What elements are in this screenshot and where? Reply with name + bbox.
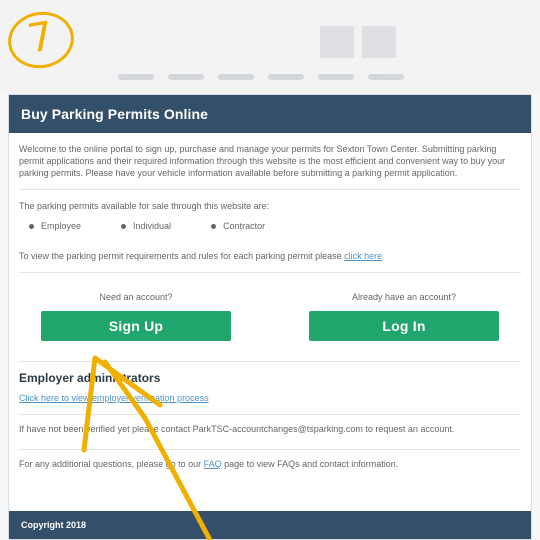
step-number-label: 7: [24, 13, 58, 63]
faint-nav-item: [168, 74, 204, 80]
bullet-icon: [29, 223, 34, 229]
parking-permits-panel: Buy Parking Permits Online Welcome to th…: [8, 94, 532, 540]
login-prompt: Already have an account?: [351, 292, 457, 302]
permit-type-contractor: Contractor: [211, 220, 265, 232]
signup-prompt: Need an account?: [99, 292, 173, 302]
requirements-prefix: To view the parking permit requirements …: [19, 251, 345, 261]
login-section: Already have an account? Log In: [299, 291, 509, 341]
employer-verification-link[interactable]: Click here to view employer verification…: [19, 393, 209, 403]
faint-nav-item: [368, 74, 404, 80]
permit-type-label: Employee: [41, 221, 82, 231]
faint-nav-item: [118, 74, 154, 80]
requirements-text: To view the parking permit requirements …: [19, 250, 521, 273]
faint-block-right: [362, 26, 396, 58]
signup-section: Need an account? Sign Up: [31, 291, 241, 341]
employer-link-row: Click here to view employer verification…: [19, 392, 521, 415]
panel-header: Buy Parking Permits Online: [9, 95, 531, 133]
intro-text: Welcome to the online portal to sign up,…: [19, 133, 521, 190]
permit-type-individual: Individual: [121, 220, 171, 232]
permit-type-list: Employee Individual Contractor: [19, 220, 521, 232]
faint-nav-item: [268, 74, 304, 80]
faint-nav-item: [218, 74, 254, 80]
log-in-button[interactable]: Log In: [309, 311, 499, 341]
sign-up-button[interactable]: Sign Up: [41, 311, 231, 341]
available-permits-text: The parking permits available for sale t…: [19, 201, 270, 211]
employer-heading: Employer administrators: [19, 371, 161, 385]
panel-body: Welcome to the online portal to sign up,…: [9, 133, 531, 482]
panel-footer: Copyright 2018: [9, 511, 531, 539]
bullet-icon: [211, 223, 217, 229]
screenshot-canvas: 7 Buy Parking Permits Online Welcome to …: [0, 0, 540, 540]
panel-title: Buy Parking Permits Online: [21, 106, 208, 122]
permit-type-employee: Employee: [29, 220, 81, 232]
permit-type-label: Individual: [133, 221, 172, 231]
bullet-icon: [121, 223, 127, 229]
faq-link[interactable]: FAQ: [204, 459, 222, 469]
permit-type-label: Contractor: [223, 221, 266, 231]
questions-suffix: page to view FAQs and contact informatio…: [221, 459, 399, 469]
faint-nav: [118, 74, 448, 84]
requirements-link[interactable]: click here: [344, 251, 382, 261]
employer-note: If have not been verified yet please con…: [19, 423, 521, 450]
faint-nav-item: [318, 74, 354, 80]
copyright-text: Copyright 2018: [21, 520, 87, 530]
account-actions: Need an account? Sign Up Already have an…: [19, 273, 521, 362]
questions-prefix: For any additional questions, please go …: [19, 459, 204, 469]
faint-block-left: [320, 26, 354, 58]
questions-text: For any additional questions, please go …: [19, 458, 521, 482]
faint-header-blocks: [320, 26, 400, 58]
